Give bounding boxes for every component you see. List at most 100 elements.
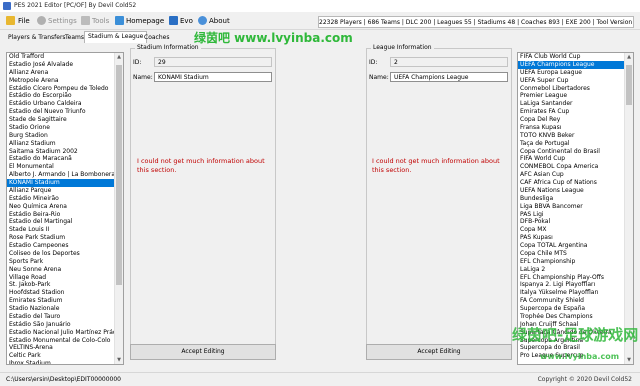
league-list-item[interactable]: Copa MX (518, 226, 633, 234)
database-summary: 22328 Players | 686 Teams | DLC 200 | Le… (318, 16, 634, 28)
scroll-up-icon[interactable]: ▲ (115, 53, 123, 61)
league-list-item[interactable]: Liga BBVA Bancomer (518, 203, 633, 211)
league-list-item[interactable]: Bundesliga (518, 195, 633, 203)
league-list-item[interactable]: Fransa Kupası (518, 124, 633, 132)
menu-settings[interactable]: Settings (48, 15, 77, 28)
stadium-list-item[interactable]: VELTINS-Arena (7, 344, 123, 352)
league-list-item[interactable]: Trophée Des Champions (518, 313, 633, 321)
menu-homepage[interactable]: Homepage (126, 15, 164, 28)
stadium-list-item[interactable]: Celtic Park (7, 352, 123, 360)
league-id-field: 2 (390, 57, 508, 67)
stadium-list-item[interactable]: Allianz Arena (7, 69, 123, 77)
stadium-list-item[interactable]: Estádio Urbano Caldeira (7, 100, 123, 108)
league-list-item[interactable]: UEFA Nations League (518, 187, 633, 195)
league-list-item[interactable]: Taça de Portugal (518, 140, 633, 148)
stadium-list-item[interactable]: Ibrox Stadium (7, 360, 123, 364)
league-list-item[interactable]: Copa Chile MTS (518, 250, 633, 258)
league-list-item[interactable]: PAS Kupası (518, 234, 633, 242)
league-list-item[interactable]: PAS Ligi (518, 211, 633, 219)
stadium-name-field[interactable]: KONAMI Stadium (154, 72, 272, 82)
stadium-list[interactable]: Old Trafford Estadio José Alvalade Allianz… (6, 52, 124, 365)
league-list-item[interactable]: LaLiga 2 (518, 266, 633, 274)
league-list-scrollbar[interactable]: ▲ ▼ (624, 53, 633, 364)
league-list-item[interactable]: CONMEBOL Copa America (518, 163, 633, 171)
stadium-list-item[interactable]: Sports Park (7, 258, 123, 266)
league-list-item[interactable]: Supercopa de España (518, 305, 633, 313)
stadium-list-item[interactable]: Estádio São Januário (7, 321, 123, 329)
league-list-item[interactable]: CAF Africa Cup of Nations (518, 179, 633, 187)
scroll-thumb[interactable] (116, 65, 122, 285)
tab-stadium-league[interactable]: Stadium & League (84, 31, 148, 43)
stadium-list-item[interactable]: Burg Stadion (7, 132, 123, 140)
stadium-list-item[interactable]: St. Jakob-Park (7, 281, 123, 289)
stadium-list-item[interactable]: Estadio del Nuevo Triunfo (7, 108, 123, 116)
tab-coaches[interactable]: Coaches (140, 32, 173, 43)
league-list-item[interactable]: UEFA Super Cup (518, 77, 633, 85)
league-list-item[interactable]: AFC Asian Cup (518, 171, 633, 179)
league-list-item[interactable]: Emirates FA Cup (518, 108, 633, 116)
stadium-list-item[interactable]: Estadio del Tauro (7, 313, 123, 321)
stadium-list-scrollbar[interactable]: ▲ ▼ (114, 53, 123, 364)
stadium-list-item[interactable]: Emirates Stadium (7, 297, 123, 305)
scroll-thumb[interactable] (626, 65, 632, 105)
copyright-text: Copyright © 2020 Devil Cold52 (537, 376, 632, 383)
menu-about[interactable]: About (209, 15, 230, 28)
league-list-item[interactable]: Copa Del Rey (518, 116, 633, 124)
league-list-item[interactable]: FIFA World Cup (518, 155, 633, 163)
stadium-list-item[interactable]: Old Trafford (7, 53, 123, 61)
stadium-list-item[interactable]: Estadio José Alvalade (7, 61, 123, 69)
league-list-item[interactable]: Conmebol Libertadores (518, 85, 633, 93)
league-name-field[interactable]: UEFA Champions League (390, 72, 508, 82)
stadium-list-item[interactable]: Estádio do Escorpião (7, 92, 123, 100)
stadium-list-item[interactable]: Stadio Nazionale (7, 305, 123, 313)
stadium-list-item[interactable]: Estadio Nacional Julio Martínez Prádanos (7, 329, 123, 337)
stadium-list-item[interactable]: Allianz Parque (7, 187, 123, 195)
stadium-list-item[interactable]: Hoofdstad Stadion (7, 289, 123, 297)
tab-players-transfers[interactable]: Players & Transfers (4, 32, 70, 43)
stadium-list-item[interactable]: Neu Sonne Arena (7, 266, 123, 274)
stadium-list-item[interactable]: Coliseo de los Deportes (7, 250, 123, 258)
stadium-list-item[interactable]: Estádio Cícero Pompeu de Toledo (7, 85, 123, 93)
stadium-list-item[interactable]: Estádio Mineirão (7, 195, 123, 203)
league-list-item[interactable]: Premier League (518, 92, 633, 100)
stadium-list-item[interactable]: Neo Química Arena (7, 203, 123, 211)
league-list-item[interactable]: LaLiga Santander (518, 100, 633, 108)
scroll-down-icon[interactable]: ▼ (625, 356, 633, 364)
league-list-item[interactable]: Copa TOTAL Argentina (518, 242, 633, 250)
scroll-up-icon[interactable]: ▲ (625, 53, 633, 61)
stadium-list-item[interactable]: Estadio Campeones (7, 242, 123, 250)
league-list[interactable]: FIFA Club World Cup UEFA Champions League… (517, 52, 634, 365)
stadium-list-item[interactable]: Saitama Stadium 2002 (7, 148, 123, 156)
stadium-list-item[interactable]: El Monumental (7, 163, 123, 171)
league-list-item[interactable]: Italya Yükselme Playoffları (518, 289, 633, 297)
league-list-item[interactable]: FA Community Shield (518, 297, 633, 305)
stadium-list-item[interactable]: Stadio Orione (7, 124, 123, 132)
menu-evo[interactable]: Evo (180, 15, 193, 28)
league-list-item[interactable]: UEFA Europa League (518, 69, 633, 77)
stadium-list-item[interactable]: Estadio do Maracanã (7, 155, 123, 163)
scroll-down-icon[interactable]: ▼ (115, 356, 123, 364)
stadium-accept-button[interactable]: Accept Editing (130, 344, 276, 360)
league-list-item[interactable]: Copa Continental do Brasil (518, 148, 633, 156)
stadium-list-item[interactable]: Stade de Sagittaire (7, 116, 123, 124)
stadium-list-item[interactable]: Rose Park Stadium (7, 234, 123, 242)
league-list-item[interactable]: UEFA Champions League (518, 60, 633, 69)
league-list-item[interactable]: Ispanya 2. Ligi Playoffları (518, 281, 633, 289)
stadium-list-item[interactable]: Metropole Arena (7, 77, 123, 85)
stadium-list-item[interactable]: Alberto J. Armando | La Bombonera (7, 171, 123, 179)
stadium-list-item[interactable]: Stade Louis II (7, 226, 123, 234)
league-accept-button[interactable]: Accept Editing (366, 344, 512, 360)
menu-file[interactable]: File (18, 15, 30, 28)
stadium-list-item[interactable]: Village Road (7, 274, 123, 282)
menu-tools[interactable]: Tools (92, 15, 109, 28)
stadium-list-item[interactable]: Estadio del Martingal (7, 218, 123, 226)
league-list-item[interactable]: EFL Championship (518, 258, 633, 266)
stadium-list-item[interactable]: Estadio Monumental de Colo-Colo (7, 337, 123, 345)
stadium-list-item[interactable]: Allianz Stadium (7, 140, 123, 148)
stadium-list-item[interactable]: Estádio Beira-Rio (7, 211, 123, 219)
league-list-item[interactable]: DFB-Pokal (518, 218, 633, 226)
league-list-item[interactable]: FIFA Club World Cup (518, 53, 633, 61)
league-list-item[interactable]: TOTO KNVB Beker (518, 132, 633, 140)
stadium-list-item[interactable]: KONAMI Stadium (7, 179, 123, 187)
league-list-item[interactable]: EFL Championship Play-Offs (518, 274, 633, 282)
